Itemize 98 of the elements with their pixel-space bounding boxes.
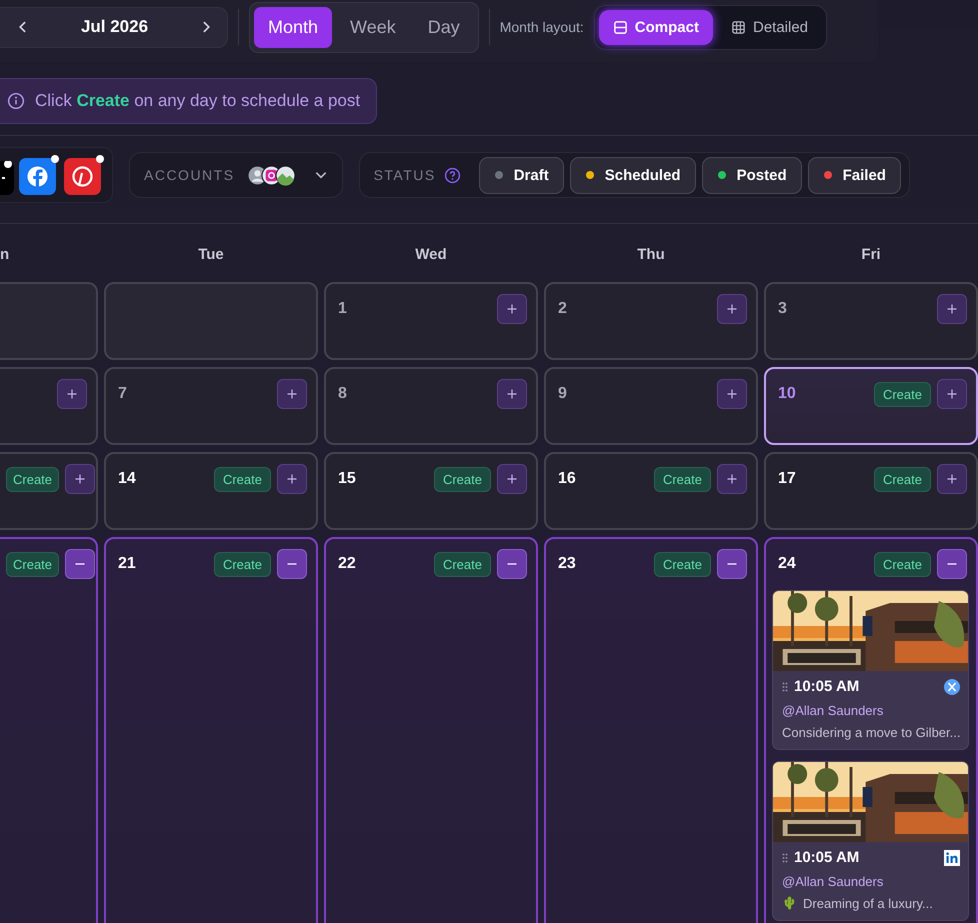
- plus-icon: [946, 473, 958, 485]
- collapse-button[interactable]: [937, 549, 967, 579]
- accounts-label: ACCOUNTS: [144, 167, 235, 183]
- plus-icon: [726, 388, 738, 400]
- facebook-icon[interactable]: [19, 155, 59, 195]
- create-button[interactable]: Create: [654, 466, 711, 492]
- day-number: 8: [337, 385, 347, 403]
- linkedin-icon: [944, 850, 960, 866]
- grid-icon: [730, 20, 746, 34]
- view-tab[interactable]: Month: [254, 6, 332, 48]
- expand-button[interactable]: [717, 294, 747, 324]
- collapse-button[interactable]: [717, 549, 747, 579]
- expand-button[interactable]: [497, 464, 527, 494]
- day-number: 10: [777, 385, 796, 403]
- view-tab[interactable]: Week: [336, 6, 410, 48]
- day-number: 24: [777, 555, 796, 573]
- day-number: 7: [117, 385, 127, 403]
- photo-avatar-icon: [274, 164, 296, 186]
- create-button[interactable]: Create: [6, 466, 60, 492]
- status-label: STATUS: [374, 167, 436, 183]
- weekday-label: Fri: [860, 245, 882, 265]
- create-button[interactable]: Create: [654, 552, 711, 576]
- collapse-button[interactable]: [497, 549, 527, 579]
- day-number: 9: [557, 385, 567, 403]
- cactus-emoji: 🌵: [782, 896, 797, 911]
- create-button[interactable]: Create: [434, 552, 491, 576]
- expand-button[interactable]: [497, 294, 527, 324]
- pinterest-icon[interactable]: [64, 155, 104, 195]
- expand-button[interactable]: [717, 464, 747, 494]
- post-card[interactable]: 10:05 AM @Allan Saunders Considering a move to Gilber...: [772, 590, 969, 750]
- create-button[interactable]: Create: [874, 552, 931, 576]
- status-chip[interactable]: Scheduled: [570, 156, 696, 194]
- info-icon: [7, 92, 25, 110]
- plus-icon: [726, 473, 738, 485]
- expand-button[interactable]: [65, 464, 96, 494]
- status-chip[interactable]: Draft: [478, 156, 564, 194]
- day-number: 3: [777, 300, 787, 318]
- expand-button[interactable]: [937, 464, 967, 494]
- expand-button[interactable]: [277, 379, 307, 409]
- help-icon[interactable]: [444, 166, 461, 184]
- expand-button[interactable]: [57, 379, 87, 409]
- plus-icon: [66, 388, 78, 400]
- expand-button[interactable]: [937, 294, 967, 324]
- expand-button[interactable]: [937, 379, 967, 409]
- plus-icon: [286, 473, 298, 485]
- create-button[interactable]: Create: [434, 466, 491, 492]
- plus-icon: [506, 473, 518, 485]
- plus-icon: [506, 388, 518, 400]
- drag-handle-icon[interactable]: [782, 682, 788, 692]
- status-chip[interactable]: Failed: [808, 156, 901, 194]
- day-number: 1: [337, 300, 347, 318]
- day-number: 22: [337, 555, 356, 573]
- layout-label: Month layout:: [500, 19, 584, 35]
- create-button[interactable]: Create: [874, 382, 931, 406]
- expand-button[interactable]: [497, 379, 527, 409]
- layout-tab[interactable]: Detailed: [716, 10, 822, 44]
- day-number: 2: [557, 300, 567, 318]
- plus-icon: [286, 388, 298, 400]
- post-text: Dreaming of a luxury...: [803, 896, 933, 911]
- collapse-button[interactable]: [65, 549, 96, 579]
- weekday-label: Tue: [197, 245, 225, 265]
- weekday-label: Wed: [414, 245, 448, 265]
- month-label: Jul 2026: [80, 17, 148, 37]
- expand-button[interactable]: [717, 379, 747, 409]
- plus-icon: [726, 303, 738, 315]
- create-button[interactable]: Create: [6, 552, 60, 576]
- expand-button[interactable]: [277, 464, 307, 494]
- plus-icon: [946, 303, 958, 315]
- post-time: 10:05 AM: [794, 678, 860, 695]
- plus-icon: [946, 388, 958, 400]
- create-button[interactable]: Create: [214, 552, 271, 576]
- rows-icon: [612, 20, 628, 34]
- network-icon[interactable]: [0, 161, 14, 195]
- day-number: 14: [117, 470, 136, 488]
- day-number: 21: [117, 555, 136, 573]
- view-tab[interactable]: Day: [414, 6, 474, 48]
- plus-icon: [506, 303, 518, 315]
- day-number: 17: [777, 470, 796, 488]
- post-text: Considering a move to Gilber...: [782, 725, 960, 740]
- collapse-button[interactable]: [277, 549, 307, 579]
- info-text: Click Create on any day to schedule a post: [35, 91, 360, 111]
- layout-tab[interactable]: Compact: [598, 10, 713, 44]
- day-number: 15: [337, 470, 356, 488]
- weekday-label: n: [0, 245, 10, 265]
- day-number: 16: [557, 470, 576, 488]
- create-button[interactable]: Create: [214, 466, 271, 492]
- account-handle: @Allan Saunders: [782, 874, 884, 889]
- post-time: 10:05 AM: [794, 849, 860, 866]
- weekday-label: Thu: [636, 245, 666, 265]
- post-card[interactable]: 10:05 AM @Allan Saunders 🌵 Dreaming of a luxury...: [772, 761, 969, 921]
- create-button[interactable]: Create: [874, 466, 931, 492]
- plus-icon: [74, 473, 86, 485]
- account-handle: @Allan Saunders: [782, 703, 884, 718]
- status-chip[interactable]: Posted: [702, 156, 802, 194]
- drag-handle-icon[interactable]: [782, 852, 788, 862]
- day-number: 23: [557, 555, 576, 573]
- x-icon: [944, 678, 960, 694]
- accounts-filter[interactable]: ACCOUNTS: [129, 152, 343, 198]
